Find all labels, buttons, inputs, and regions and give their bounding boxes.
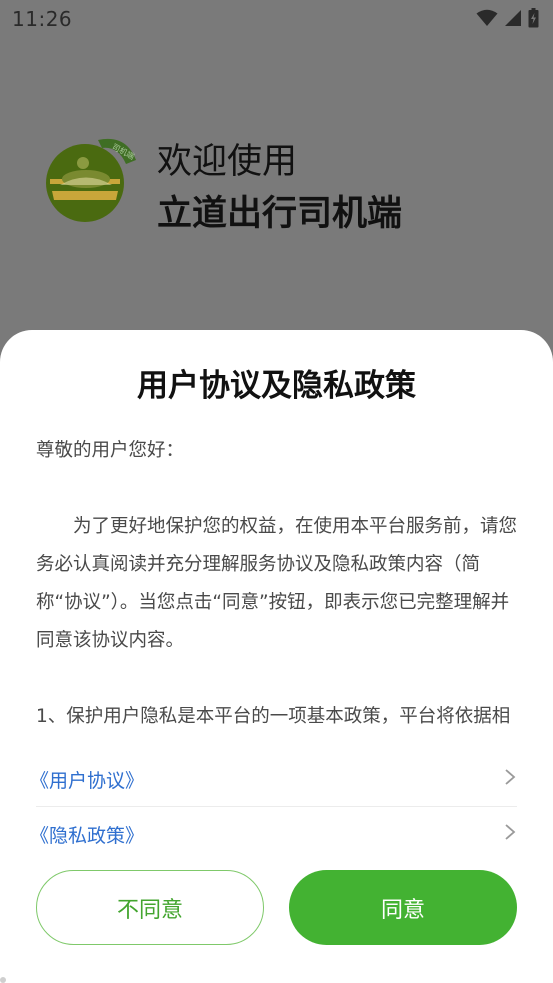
user-agreement-label: 《用户协议》: [30, 769, 145, 792]
greeting-text: 尊敬的用户您好：: [36, 440, 185, 461]
chevron-right-icon: [503, 768, 517, 790]
wifi-icon: [476, 9, 498, 27]
user-agreement-link[interactable]: 《用户协议》: [30, 752, 517, 807]
agree-button[interactable]: 同意: [289, 870, 517, 945]
app-name: 立道出行司机端: [157, 194, 403, 234]
agreement-links: 《用户协议》 《隐私政策》: [30, 752, 517, 861]
status-time: 11:26: [12, 7, 73, 31]
agreement-dialog: 用户协议及隐私政策 尊敬的用户您好： 为了更好地保护您的权益，在使用本平台服务前…: [0, 330, 553, 983]
status-bar: 11:26: [0, 0, 553, 38]
privacy-policy-label: 《隐私政策》: [30, 824, 145, 847]
dialog-title: 用户协议及隐私政策: [137, 368, 416, 404]
privacy-policy-link[interactable]: 《隐私政策》: [30, 807, 517, 861]
chevron-right-icon: [503, 823, 517, 845]
agreement-paragraph: 为了更好地保护您的权益，在使用本平台服务前，请您务必认真阅读并充分理解服务协议及…: [36, 516, 518, 651]
disagree-button[interactable]: 不同意: [36, 870, 264, 945]
privacy-paragraph: 1、保护用户隐私是本平台的一项基本政策，平台将依据相关法律法规及协议保护您的个人…: [36, 706, 511, 727]
signal-icon: [504, 9, 522, 27]
agreement-content[interactable]: 尊敬的用户您好： 为了更好地保护您的权益，在使用本平台服务前，请您务必认真阅读并…: [36, 432, 518, 732]
battery-icon: [528, 8, 539, 28]
corner-marker: [0, 977, 6, 983]
app-logo: 司机端: [46, 132, 138, 224]
status-icons: [476, 8, 539, 28]
welcome-title: 欢迎使用: [157, 142, 298, 182]
